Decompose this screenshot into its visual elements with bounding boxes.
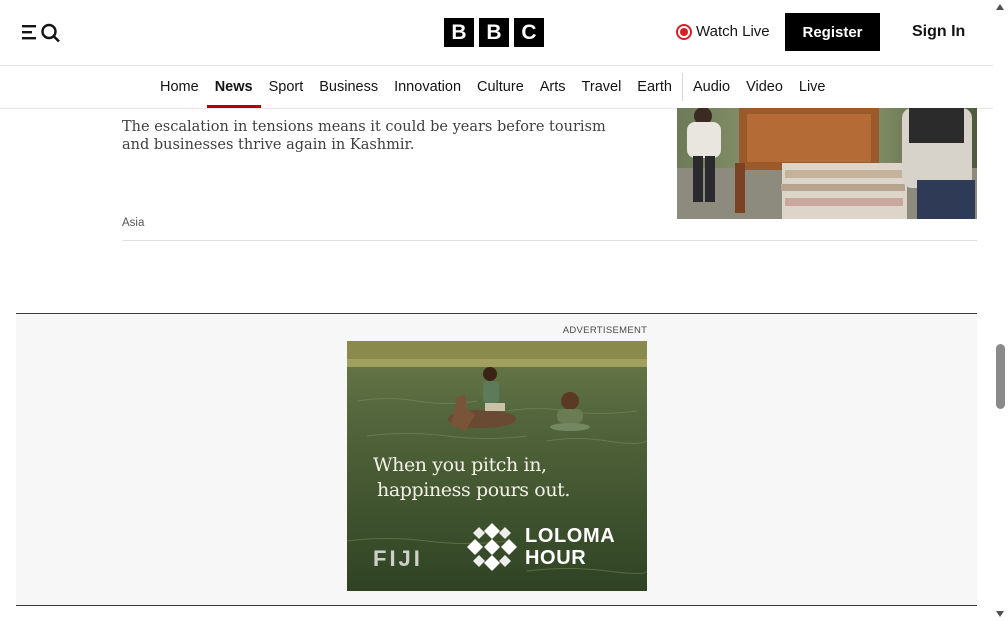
top-header: B B C Watch Live Register Sign In [0, 0, 993, 66]
brand-line-2: HOUR [525, 547, 587, 569]
ad-headline-line-1: When you pitch in, [373, 454, 547, 476]
nav-item-culture[interactable]: Culture [469, 66, 532, 108]
loloma-hour-text: LOLOMA HOUR [525, 525, 615, 569]
nav-item-home[interactable]: Home [152, 66, 207, 108]
nav-item-business[interactable]: Business [311, 66, 386, 108]
loloma-logo-icon [467, 523, 517, 571]
brand-line-1: LOLOMA [525, 525, 616, 547]
bbc-logo[interactable]: B B C [444, 18, 544, 47]
advertisement-section: ADVERTISEMENT When you pitch in, happine… [16, 313, 977, 606]
register-button[interactable]: Register [785, 13, 880, 51]
logo-letter: B [479, 18, 509, 47]
sign-in-link[interactable]: Sign In [912, 23, 965, 41]
logo-letter: B [444, 18, 474, 47]
nav-divider [681, 73, 683, 101]
nav-item-live[interactable]: Live [791, 66, 834, 108]
nav-item-earth[interactable]: Earth [629, 66, 680, 108]
scrollbar-thumb[interactable] [996, 344, 1005, 409]
scroll-up-arrow-icon[interactable] [996, 4, 1004, 10]
menu-search-button[interactable] [21, 21, 63, 43]
fiji-logo: FIJI [373, 546, 423, 571]
nav-item-news[interactable]: News [206, 66, 261, 108]
ad-headline-line-2: happiness pours out. [377, 479, 571, 501]
logo-letter: C [514, 18, 544, 47]
page-scrollbar[interactable] [993, 0, 1008, 621]
nav-item-video[interactable]: Video [738, 66, 791, 108]
nav-item-innovation[interactable]: Innovation [386, 66, 469, 108]
nav-item-audio[interactable]: Audio [685, 66, 738, 108]
article-thumbnail[interactable] [677, 108, 977, 219]
ad-banner[interactable]: When you pitch in, happiness pours out. … [347, 341, 647, 591]
advertisement-label: ADVERTISEMENT [562, 325, 648, 336]
scroll-down-arrow-icon[interactable] [996, 611, 1004, 617]
live-icon [676, 23, 692, 40]
article-tag[interactable]: Asia [122, 217, 144, 229]
menu-icon [22, 23, 60, 43]
nav-item-arts[interactable]: Arts [532, 66, 574, 108]
ad-headline: When you pitch in, happiness pours out. [373, 453, 570, 503]
nav-item-sport[interactable]: Sport [261, 66, 312, 108]
search-icon [41, 23, 60, 43]
loloma-hour-logo: LOLOMA HOUR [467, 523, 615, 571]
watch-live-label: Watch Live [696, 23, 770, 40]
watch-live-link[interactable]: Watch Live [676, 23, 770, 40]
article-summary[interactable]: The escalation in tensions means it coul… [122, 118, 622, 154]
main-navigation: Home News Sport Business Innovation Cult… [0, 66, 993, 109]
divider [122, 240, 977, 241]
nav-item-travel[interactable]: Travel [574, 66, 630, 108]
